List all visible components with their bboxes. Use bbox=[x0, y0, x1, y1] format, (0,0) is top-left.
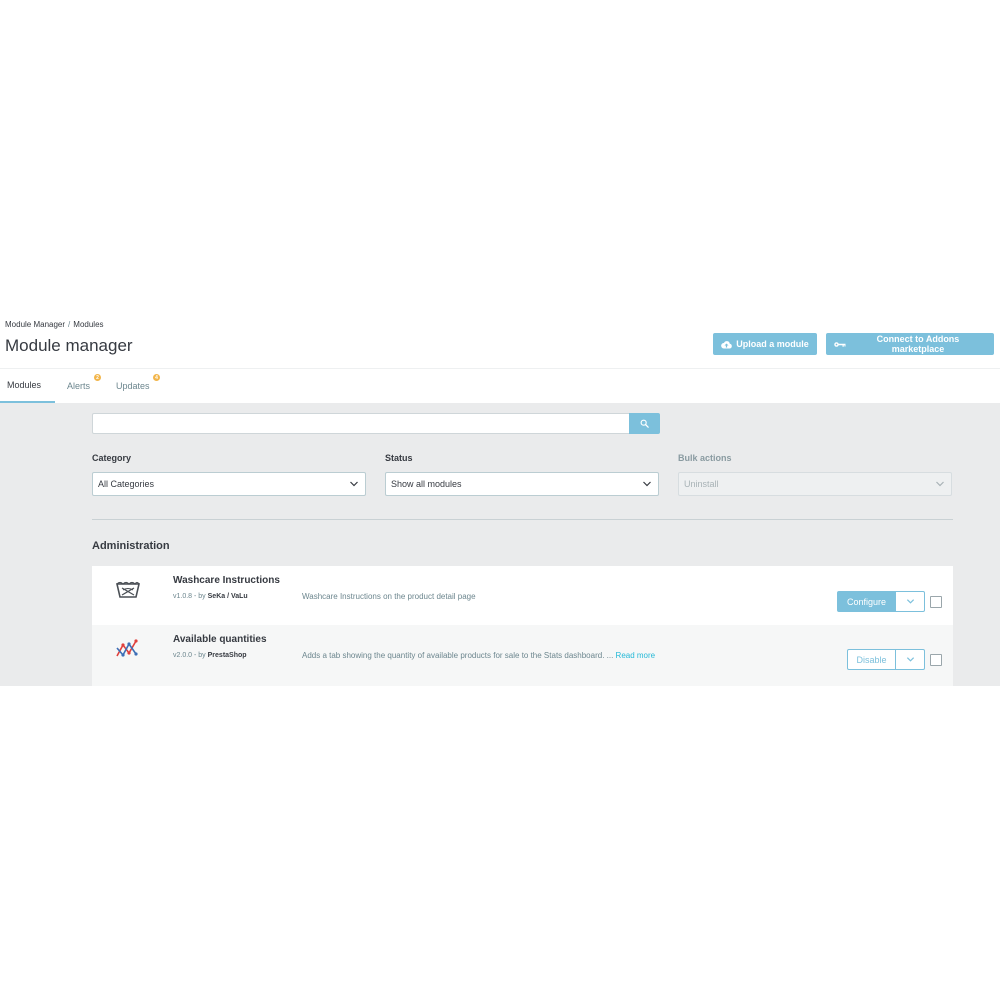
module-actions-dropdown[interactable] bbox=[896, 591, 925, 612]
alerts-count-badge: 2 bbox=[94, 374, 101, 381]
tab-updates-label: Updates bbox=[116, 381, 150, 391]
chevron-down-icon bbox=[906, 593, 915, 611]
section-divider bbox=[92, 519, 953, 520]
tab-alerts[interactable]: Alerts 2 bbox=[60, 369, 101, 403]
module-row: Available quantities v2.0.0 - by PrestaS… bbox=[92, 625, 953, 686]
module-version: v1.0.8 - by SeKa / VaLu bbox=[173, 593, 248, 600]
breadcrumb-separator: / bbox=[68, 320, 71, 329]
category-select[interactable]: All Categories bbox=[92, 472, 366, 496]
module-version-text: v2.0.0 - by bbox=[173, 652, 206, 659]
chevron-down-icon bbox=[642, 479, 652, 491]
status-select[interactable]: Show all modules bbox=[385, 472, 659, 496]
module-actions-dropdown[interactable] bbox=[896, 649, 925, 670]
tab-updates[interactable]: Updates 4 bbox=[109, 369, 160, 403]
upload-module-button[interactable]: Upload a module bbox=[713, 333, 817, 355]
search-button[interactable] bbox=[629, 413, 660, 434]
module-manager-app: Module Manager / Modules Module manager … bbox=[0, 314, 1000, 686]
read-more-link[interactable]: Read more bbox=[616, 651, 656, 660]
module-description: Adds a tab showing the quantity of avail… bbox=[302, 651, 655, 660]
page-header: Module Manager / Modules Module manager … bbox=[0, 314, 1000, 368]
bulk-actions-label: Bulk actions bbox=[678, 453, 732, 463]
page-title: Module manager bbox=[5, 336, 133, 355]
bulk-actions-select: Uninstall bbox=[678, 472, 952, 496]
category-label: Category bbox=[92, 453, 132, 463]
washcare-basin-icon bbox=[114, 576, 142, 604]
updates-count-badge: 4 bbox=[153, 374, 160, 381]
tab-bar: Modules Alerts 2 Updates 4 bbox=[0, 368, 1000, 403]
tab-modules[interactable]: Modules bbox=[0, 369, 55, 403]
module-select-checkbox[interactable] bbox=[930, 596, 942, 608]
disable-button[interactable]: Disable bbox=[847, 649, 896, 670]
module-action-group: Disable bbox=[847, 649, 925, 670]
stats-line-chart-icon bbox=[114, 635, 142, 663]
module-name: Washcare Instructions bbox=[173, 575, 280, 586]
breadcrumb-current: Modules bbox=[73, 320, 104, 329]
category-section-title: Administration bbox=[92, 540, 170, 552]
module-version-text: v1.0.8 - by bbox=[173, 593, 206, 600]
module-author: SeKa / VaLu bbox=[207, 593, 248, 600]
tab-alerts-label: Alerts bbox=[67, 381, 91, 391]
connect-addons-label: Connect to Addons marketplace bbox=[876, 334, 960, 354]
search-input[interactable] bbox=[92, 413, 630, 434]
module-description-text: Adds a tab showing the quantity of avail… bbox=[302, 651, 614, 660]
configure-button[interactable]: Configure bbox=[837, 591, 896, 612]
module-select-checkbox[interactable] bbox=[930, 654, 942, 666]
module-row: Washcare Instructions v1.0.8 - by SeKa /… bbox=[92, 566, 953, 625]
breadcrumb-root[interactable]: Module Manager bbox=[5, 320, 65, 329]
search-icon bbox=[640, 416, 649, 431]
module-description: Washcare Instructions on the product det… bbox=[302, 592, 476, 601]
module-action-group: Configure bbox=[837, 591, 925, 612]
breadcrumb: Module Manager / Modules bbox=[5, 320, 104, 329]
chevron-down-icon bbox=[906, 651, 915, 669]
module-version: v2.0.0 - by PrestaShop bbox=[173, 652, 247, 659]
tab-modules-label: Modules bbox=[7, 380, 42, 390]
bulk-actions-value: Uninstall bbox=[684, 479, 719, 489]
connect-addons-button[interactable]: Connect to Addons marketplace bbox=[826, 333, 994, 355]
module-list-area: Category All Categories Status Show all … bbox=[0, 403, 1000, 686]
cloud-upload-icon bbox=[721, 340, 733, 349]
module-description-text: Washcare Instructions on the product det… bbox=[302, 592, 476, 601]
chevron-down-icon bbox=[349, 479, 359, 491]
status-value: Show all modules bbox=[391, 479, 462, 489]
key-icon bbox=[834, 341, 846, 348]
chevron-down-icon bbox=[935, 479, 945, 491]
category-value: All Categories bbox=[98, 479, 155, 489]
search-bar bbox=[92, 413, 660, 434]
upload-module-label: Upload a module bbox=[736, 339, 809, 349]
module-author: PrestaShop bbox=[207, 652, 247, 659]
status-label: Status bbox=[385, 453, 413, 463]
module-name: Available quantities bbox=[173, 634, 267, 645]
